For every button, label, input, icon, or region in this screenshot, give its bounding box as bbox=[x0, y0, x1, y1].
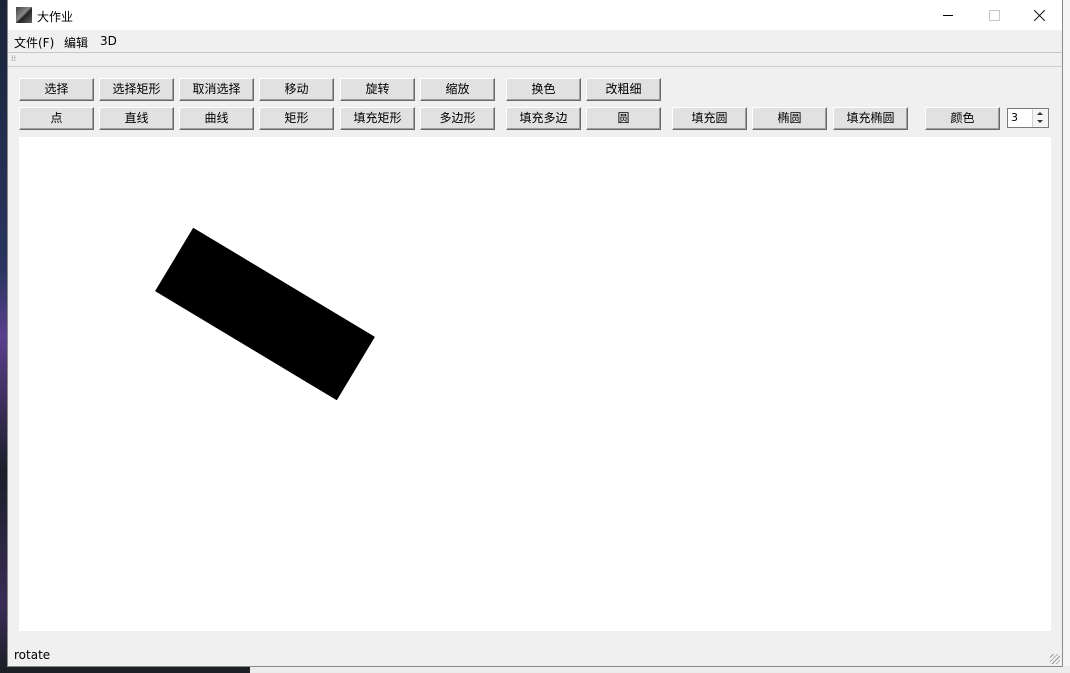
menu-file[interactable]: 文件(F) bbox=[14, 34, 54, 51]
minimize-icon bbox=[943, 14, 953, 16]
desktop-right-strip bbox=[1062, 0, 1070, 673]
filled-rectangle-button[interactable]: 填充矩形 bbox=[340, 107, 415, 130]
select-button[interactable]: 选择 bbox=[19, 78, 94, 101]
menu-separator bbox=[8, 52, 1062, 53]
menu-bar: 文件(F) 编辑 3D bbox=[8, 30, 1062, 52]
close-button[interactable] bbox=[1017, 0, 1063, 30]
maximize-icon bbox=[988, 9, 1000, 21]
close-icon bbox=[1034, 9, 1046, 21]
drawing-canvas[interactable] bbox=[19, 137, 1051, 631]
line-width-value[interactable]: 3 bbox=[1011, 111, 1018, 124]
deselect-button[interactable]: 取消选择 bbox=[179, 78, 254, 101]
toolbar-separator bbox=[8, 66, 1062, 67]
minimize-button[interactable] bbox=[925, 0, 971, 30]
filled-ellipse-button[interactable]: 填充椭圆 bbox=[833, 107, 908, 130]
maximize-button[interactable] bbox=[971, 0, 1017, 30]
color-button[interactable]: 颜色 bbox=[925, 107, 1000, 130]
title-bar: 大作业 bbox=[8, 0, 1062, 30]
app-icon bbox=[16, 7, 32, 23]
desktop-bottom-strip bbox=[250, 666, 1070, 673]
window-title: 大作业 bbox=[37, 10, 74, 24]
polygon-button[interactable]: 多边形 bbox=[420, 107, 495, 130]
menu-3d[interactable]: 3D bbox=[100, 34, 117, 48]
app-window: 大作业 文件(F) 编辑 3D ⁞⁞ 选择 选择矩形 取消选择 移动 旋转 缩放… bbox=[8, 0, 1062, 666]
filled-circle-button[interactable]: 填充圆 bbox=[672, 107, 747, 130]
line-width-spinbox[interactable]: 3 bbox=[1007, 108, 1049, 128]
rectangle-button[interactable]: 矩形 bbox=[259, 107, 334, 130]
curve-button[interactable]: 曲线 bbox=[179, 107, 254, 130]
rotate-button[interactable]: 旋转 bbox=[340, 78, 415, 101]
change-color-button[interactable]: 换色 bbox=[506, 78, 581, 101]
spin-up-icon[interactable] bbox=[1037, 112, 1043, 115]
move-button[interactable]: 移动 bbox=[259, 78, 334, 101]
spin-arrows[interactable] bbox=[1032, 109, 1048, 127]
toolbar-grip-icon[interactable]: ⁞⁞ bbox=[11, 55, 17, 63]
resize-grip-icon[interactable] bbox=[1050, 654, 1060, 664]
change-width-button[interactable]: 改粗细 bbox=[586, 78, 661, 101]
point-button[interactable]: 点 bbox=[19, 107, 94, 130]
ellipse-button[interactable]: 椭圆 bbox=[752, 107, 827, 130]
desktop-bottom-bar bbox=[0, 666, 250, 673]
select-rect-button[interactable]: 选择矩形 bbox=[99, 78, 174, 101]
status-bar: rotate bbox=[8, 644, 1062, 666]
status-text: rotate bbox=[14, 648, 51, 662]
scale-button[interactable]: 缩放 bbox=[420, 78, 495, 101]
spin-down-icon[interactable] bbox=[1037, 120, 1043, 123]
filled-polygon-button[interactable]: 填充多边 bbox=[506, 107, 581, 130]
line-button[interactable]: 直线 bbox=[99, 107, 174, 130]
circle-button[interactable]: 圆 bbox=[586, 107, 661, 130]
menu-edit[interactable]: 编辑 bbox=[64, 34, 88, 51]
desktop-left-strip bbox=[0, 0, 8, 673]
